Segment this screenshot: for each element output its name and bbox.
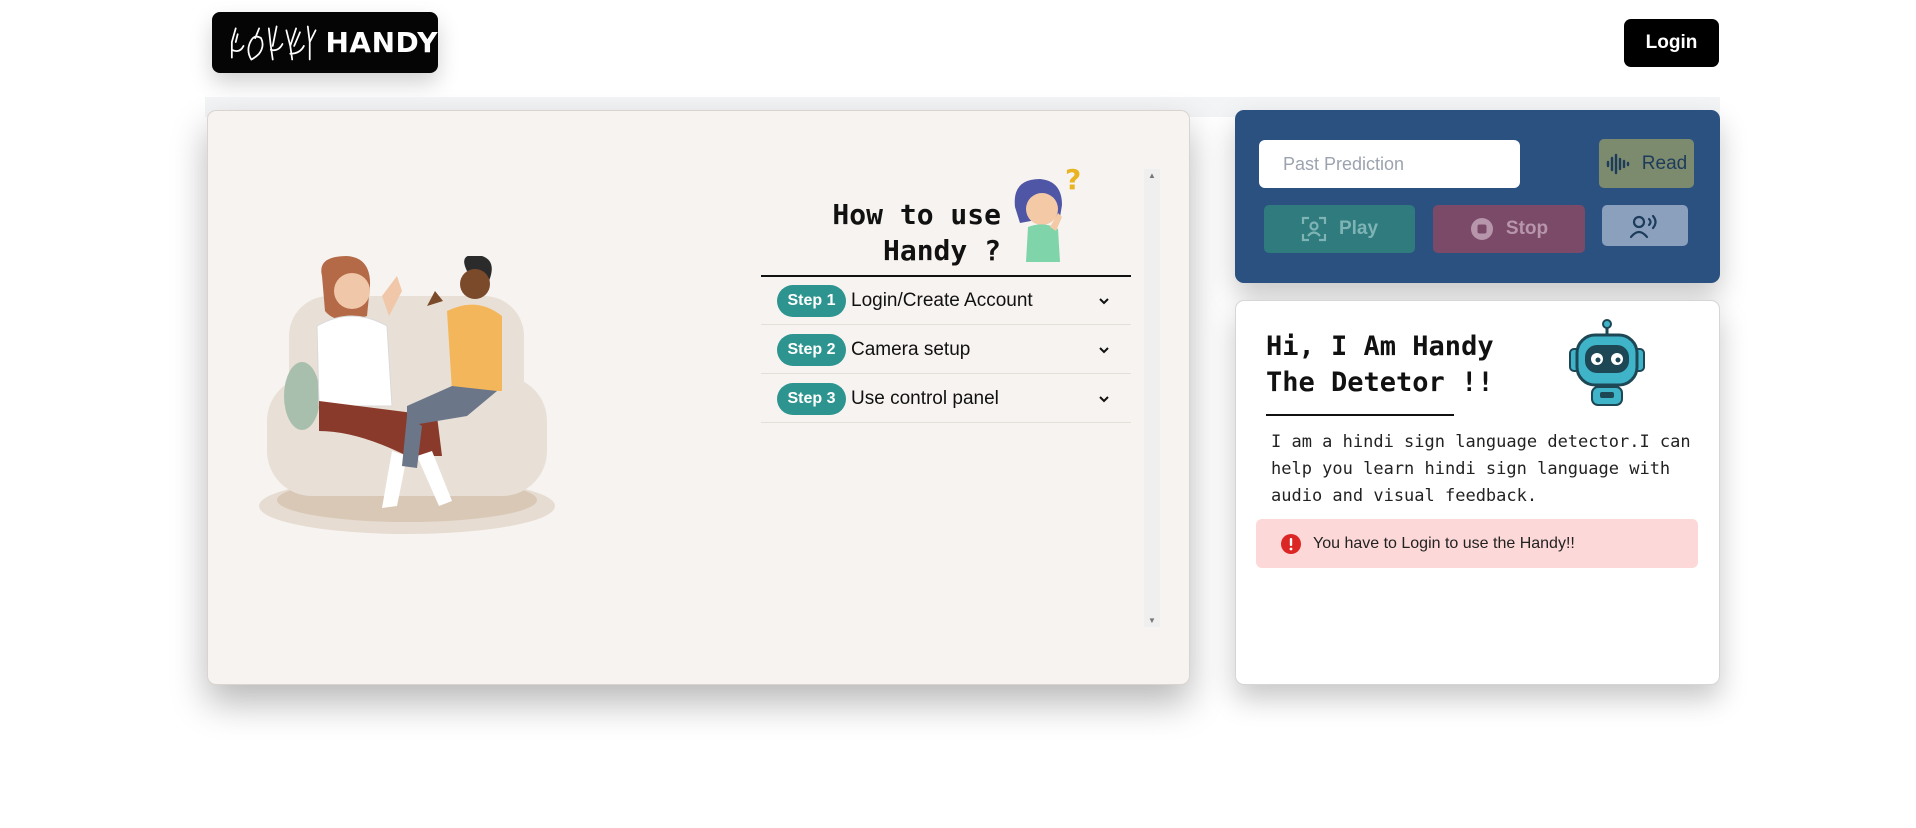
play-label: Play xyxy=(1338,218,1379,239)
thinking-girl-icon: ? xyxy=(1014,167,1081,262)
stop-label: Stop xyxy=(1505,218,1549,239)
login-button[interactable]: Login xyxy=(1624,19,1719,67)
how-to-title: How to use Handy ? xyxy=(832,198,1001,267)
step-label: Camera setup xyxy=(851,338,971,360)
read-button[interactable]: Read xyxy=(1599,139,1694,188)
step-2-accordion[interactable]: Step 2 Camera setup xyxy=(761,326,1131,374)
step-label: Login/Create Account xyxy=(851,289,1033,311)
info-card: Hi, I Am Handy The Detetor !! I am a hin… xyxy=(1235,300,1720,685)
login-required-alert: You have to Login to use the Handy!! xyxy=(1256,519,1698,568)
chevron-down-icon xyxy=(1099,346,1109,353)
sound-wave-icon xyxy=(1606,153,1629,174)
alert-text: You have to Login to use the Handy!! xyxy=(1313,534,1575,552)
speak-button[interactable] xyxy=(1602,205,1688,246)
hand-signs-logo-icon xyxy=(230,25,317,60)
robot-icon xyxy=(1569,319,1645,406)
info-description: I am a hindi sign language detector.I ca… xyxy=(1271,432,1691,506)
scroll-down-arrow[interactable]: ▼ xyxy=(1144,616,1160,625)
camera-scan-icon xyxy=(1301,216,1327,242)
step-label: Use control panel xyxy=(851,387,999,409)
svg-text:?: ? xyxy=(1065,167,1081,196)
speaking-person-icon xyxy=(1630,214,1657,238)
stop-button[interactable]: Stop xyxy=(1433,205,1585,253)
read-label: Read xyxy=(1641,152,1688,174)
step-badge: Step 2 xyxy=(777,333,846,366)
how-to-scrollbar[interactable]: ▲ ▼ xyxy=(1144,169,1160,627)
step-badge: Step 3 xyxy=(777,382,846,415)
past-prediction-input[interactable] xyxy=(1259,140,1520,188)
brand-name: HANDY xyxy=(325,26,438,59)
error-icon xyxy=(1281,533,1301,554)
step-3-accordion[interactable]: Step 3 Use control panel xyxy=(761,375,1131,423)
play-button[interactable]: Play xyxy=(1264,205,1415,253)
chevron-down-icon xyxy=(1099,297,1109,304)
how-to-section: How to use Handy ? ? Step 1 Login/Create… xyxy=(761,167,1151,617)
info-title-underline xyxy=(1266,414,1454,416)
brand-logo[interactable]: HANDY xyxy=(212,12,438,73)
sign-language-illustration xyxy=(259,256,555,534)
scroll-up-arrow[interactable]: ▲ xyxy=(1144,171,1160,180)
stop-circle-icon xyxy=(1470,218,1493,240)
step-badge: Step 1 xyxy=(777,284,846,317)
control-panel: Read Play Stop xyxy=(1235,110,1720,283)
chevron-down-icon xyxy=(1099,395,1109,402)
step-1-accordion[interactable]: Step 1 Login/Create Account xyxy=(761,277,1131,325)
info-title: Hi, I Am Handy The Detetor !! xyxy=(1266,331,1494,398)
main-card: How to use Handy ? ? Step 1 Login/Create… xyxy=(207,110,1190,685)
